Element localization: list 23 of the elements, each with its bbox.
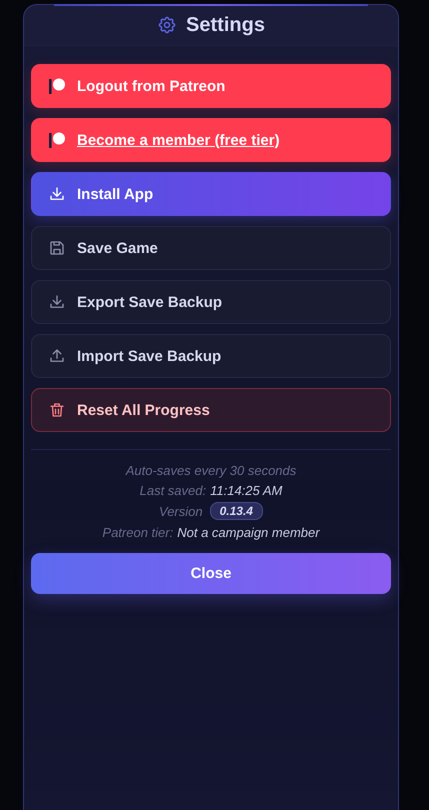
close-button[interactable]: Close (31, 553, 391, 594)
logout-button[interactable]: Logout from Patreon (31, 64, 391, 108)
info-label: Patreon tier: (102, 524, 174, 540)
upload-icon (48, 347, 66, 365)
patreon-logo-icon (48, 131, 66, 149)
reset-progress-button[interactable]: Reset All Progress (31, 388, 391, 432)
download-icon (48, 185, 66, 203)
info-label: Version (159, 504, 203, 518)
settings-icon (157, 15, 178, 35)
patreon-logo-icon (48, 77, 66, 95)
info-label: Last saved: (140, 482, 206, 498)
export-backup-button[interactable]: Export Save Backup (31, 280, 391, 324)
version-badge: 0.13.4 (210, 502, 263, 520)
download-icon (48, 293, 66, 311)
trash-icon (48, 401, 66, 419)
import-backup-button[interactable]: Import Save Backup (31, 334, 391, 378)
autosave-note: Auto-saves every 30 seconds (126, 462, 296, 478)
info-value: 11:14:25 AM (210, 482, 282, 498)
install-app-button[interactable]: Install App (31, 172, 391, 216)
save-game-button[interactable]: Save Game (31, 226, 391, 270)
dialog-title: Settings (186, 14, 265, 36)
info-value: Not a campaign member (177, 524, 320, 540)
become-member-link[interactable]: Become a member (free tier) (31, 118, 391, 162)
